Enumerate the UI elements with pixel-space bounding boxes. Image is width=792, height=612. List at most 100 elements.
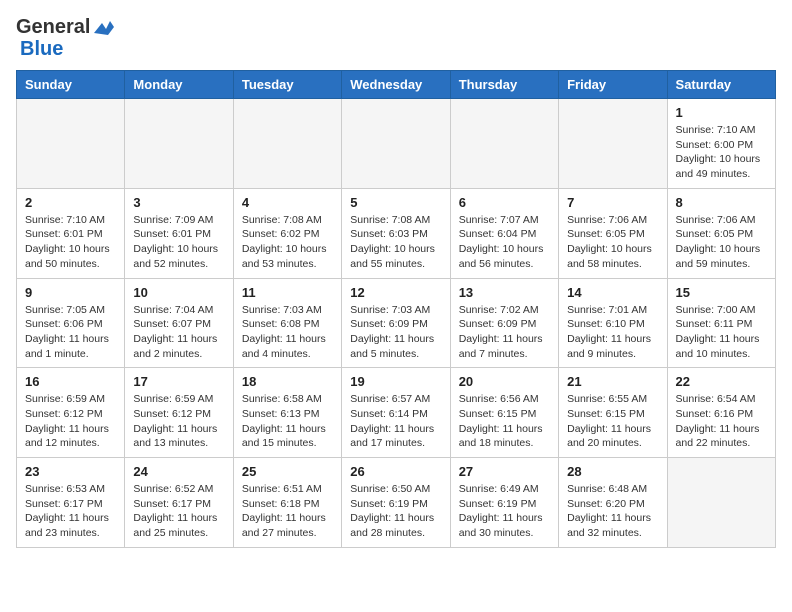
logo-bird-icon	[92, 19, 114, 37]
day-header-sunday: Sunday	[17, 71, 125, 99]
calendar-week-row: 1 Sunrise: 7:10 AM Sunset: 6:00 PM Daylig…	[17, 99, 776, 189]
calendar-cell: 15 Sunrise: 7:00 AM Sunset: 6:11 PM Dayli…	[667, 278, 775, 368]
day-header-monday: Monday	[125, 71, 233, 99]
calendar-week-row: 16Sunrise: 6:59 AM Sunset: 6:12 PM Dayli…	[17, 368, 776, 458]
day-number: 19	[350, 374, 441, 389]
day-info: Sunrise: 6:52 AM Sunset: 6:17 PM Dayligh…	[133, 482, 224, 541]
calendar-cell: 22 Sunrise: 6:54 AM Sunset: 6:16 PM Dayli…	[667, 368, 775, 458]
day-number: 13	[459, 285, 550, 300]
calendar-cell	[342, 99, 450, 189]
day-info: Sunrise: 7:10 AM Sunset: 6:01 PM Dayligh…	[25, 213, 116, 272]
day-number: 18	[242, 374, 333, 389]
calendar-cell: 11 Sunrise: 7:03 AM Sunset: 6:08 PM Dayli…	[233, 278, 341, 368]
day-number: 6	[459, 195, 550, 210]
calendar-cell: 19 Sunrise: 6:57 AM Sunset: 6:14 PM Dayli…	[342, 368, 450, 458]
calendar-cell: 4 Sunrise: 7:08 AM Sunset: 6:02 PM Daylig…	[233, 188, 341, 278]
day-info: Sunrise: 6:55 AM Sunset: 6:15 PM Dayligh…	[567, 392, 658, 451]
day-header-friday: Friday	[559, 71, 667, 99]
day-info: Sunrise: 7:09 AM Sunset: 6:01 PM Dayligh…	[133, 213, 224, 272]
calendar-cell: 2 Sunrise: 7:10 AM Sunset: 6:01 PM Daylig…	[17, 188, 125, 278]
calendar-cell: 23 Sunrise: 6:53 AM Sunset: 6:17 PM Dayli…	[17, 458, 125, 548]
calendar-cell	[559, 99, 667, 189]
day-number: 11	[242, 285, 333, 300]
day-info: Sunrise: 6:49 AM Sunset: 6:19 PM Dayligh…	[459, 482, 550, 541]
day-info: Sunrise: 7:03 AM Sunset: 6:09 PM Dayligh…	[350, 303, 441, 362]
calendar-cell: 10 Sunrise: 7:04 AM Sunset: 6:07 PM Dayli…	[125, 278, 233, 368]
day-header-wednesday: Wednesday	[342, 71, 450, 99]
calendar-cell: 14 Sunrise: 7:01 AM Sunset: 6:10 PM Dayli…	[559, 278, 667, 368]
day-info: Sunrise: 7:08 AM Sunset: 6:02 PM Dayligh…	[242, 213, 333, 272]
day-header-thursday: Thursday	[450, 71, 558, 99]
calendar-cell: 13 Sunrise: 7:02 AM Sunset: 6:09 PM Dayli…	[450, 278, 558, 368]
day-number: 1	[676, 105, 767, 120]
day-info: Sunrise: 7:06 AM Sunset: 6:05 PM Dayligh…	[676, 213, 767, 272]
logo-general-text: General	[16, 16, 90, 38]
day-info: Sunrise: 6:59 AM Sunset: 6:12 PM Dayligh…	[133, 392, 224, 451]
day-info: Sunrise: 7:02 AM Sunset: 6:09 PM Dayligh…	[459, 303, 550, 362]
day-number: 3	[133, 195, 224, 210]
day-number: 12	[350, 285, 441, 300]
day-number: 23	[25, 464, 116, 479]
calendar-cell	[233, 99, 341, 189]
day-header-tuesday: Tuesday	[233, 71, 341, 99]
day-info: Sunrise: 6:58 AM Sunset: 6:13 PM Dayligh…	[242, 392, 333, 451]
day-number: 20	[459, 374, 550, 389]
calendar-cell: 27 Sunrise: 6:49 AM Sunset: 6:19 PM Dayli…	[450, 458, 558, 548]
calendar-cell	[667, 458, 775, 548]
day-info: Sunrise: 6:51 AM Sunset: 6:18 PM Dayligh…	[242, 482, 333, 541]
day-number: 24	[133, 464, 224, 479]
day-info: Sunrise: 7:04 AM Sunset: 6:07 PM Dayligh…	[133, 303, 224, 362]
calendar-cell: 26 Sunrise: 6:50 AM Sunset: 6:19 PM Dayli…	[342, 458, 450, 548]
day-info: Sunrise: 6:57 AM Sunset: 6:14 PM Dayligh…	[350, 392, 441, 451]
day-number: 15	[676, 285, 767, 300]
calendar-cell: 8 Sunrise: 7:06 AM Sunset: 6:05 PM Daylig…	[667, 188, 775, 278]
day-info: Sunrise: 6:53 AM Sunset: 6:17 PM Dayligh…	[25, 482, 116, 541]
calendar-cell: 18 Sunrise: 6:58 AM Sunset: 6:13 PM Dayli…	[233, 368, 341, 458]
day-info: Sunrise: 7:06 AM Sunset: 6:05 PM Dayligh…	[567, 213, 658, 272]
day-info: Sunrise: 6:50 AM Sunset: 6:19 PM Dayligh…	[350, 482, 441, 541]
logo: General Blue	[16, 16, 114, 60]
day-info: Sunrise: 6:48 AM Sunset: 6:20 PM Dayligh…	[567, 482, 658, 541]
calendar-cell	[17, 99, 125, 189]
day-number: 14	[567, 285, 658, 300]
logo-blue-text: Blue	[20, 38, 63, 60]
day-number: 25	[242, 464, 333, 479]
day-info: Sunrise: 7:07 AM Sunset: 6:04 PM Dayligh…	[459, 213, 550, 272]
day-header-saturday: Saturday	[667, 71, 775, 99]
calendar-cell: 7Sunrise: 7:06 AM Sunset: 6:05 PM Daylig…	[559, 188, 667, 278]
calendar-cell: 3 Sunrise: 7:09 AM Sunset: 6:01 PM Daylig…	[125, 188, 233, 278]
day-number: 2	[25, 195, 116, 210]
calendar-cell: 20Sunrise: 6:56 AM Sunset: 6:15 PM Dayli…	[450, 368, 558, 458]
calendar-cell: 12 Sunrise: 7:03 AM Sunset: 6:09 PM Dayli…	[342, 278, 450, 368]
calendar-cell: 9 Sunrise: 7:05 AM Sunset: 6:06 PM Daylig…	[17, 278, 125, 368]
day-info: Sunrise: 7:01 AM Sunset: 6:10 PM Dayligh…	[567, 303, 658, 362]
day-number: 22	[676, 374, 767, 389]
day-number: 21	[567, 374, 658, 389]
calendar-cell: 28 Sunrise: 6:48 AM Sunset: 6:20 PM Dayli…	[559, 458, 667, 548]
calendar-cell: 25 Sunrise: 6:51 AM Sunset: 6:18 PM Dayli…	[233, 458, 341, 548]
calendar-cell: 16Sunrise: 6:59 AM Sunset: 6:12 PM Dayli…	[17, 368, 125, 458]
day-info: Sunrise: 6:59 AM Sunset: 6:12 PM Dayligh…	[25, 392, 116, 451]
day-info: Sunrise: 7:05 AM Sunset: 6:06 PM Dayligh…	[25, 303, 116, 362]
calendar-cell: 24 Sunrise: 6:52 AM Sunset: 6:17 PM Dayli…	[125, 458, 233, 548]
day-number: 28	[567, 464, 658, 479]
day-number: 9	[25, 285, 116, 300]
day-number: 5	[350, 195, 441, 210]
day-info: Sunrise: 7:10 AM Sunset: 6:00 PM Dayligh…	[676, 123, 767, 182]
page-header: General Blue	[16, 16, 776, 60]
calendar-cell: 17Sunrise: 6:59 AM Sunset: 6:12 PM Dayli…	[125, 368, 233, 458]
calendar-cell: 21 Sunrise: 6:55 AM Sunset: 6:15 PM Dayli…	[559, 368, 667, 458]
calendar-week-row: 9 Sunrise: 7:05 AM Sunset: 6:06 PM Daylig…	[17, 278, 776, 368]
day-number: 10	[133, 285, 224, 300]
calendar-cell	[450, 99, 558, 189]
day-info: Sunrise: 7:00 AM Sunset: 6:11 PM Dayligh…	[676, 303, 767, 362]
day-number: 4	[242, 195, 333, 210]
day-info: Sunrise: 7:03 AM Sunset: 6:08 PM Dayligh…	[242, 303, 333, 362]
day-number: 26	[350, 464, 441, 479]
calendar-cell: 5Sunrise: 7:08 AM Sunset: 6:03 PM Daylig…	[342, 188, 450, 278]
calendar-table: SundayMondayTuesdayWednesdayThursdayFrid…	[16, 70, 776, 548]
calendar-week-row: 2 Sunrise: 7:10 AM Sunset: 6:01 PM Daylig…	[17, 188, 776, 278]
day-number: 8	[676, 195, 767, 210]
day-number: 27	[459, 464, 550, 479]
day-info: Sunrise: 6:54 AM Sunset: 6:16 PM Dayligh…	[676, 392, 767, 451]
